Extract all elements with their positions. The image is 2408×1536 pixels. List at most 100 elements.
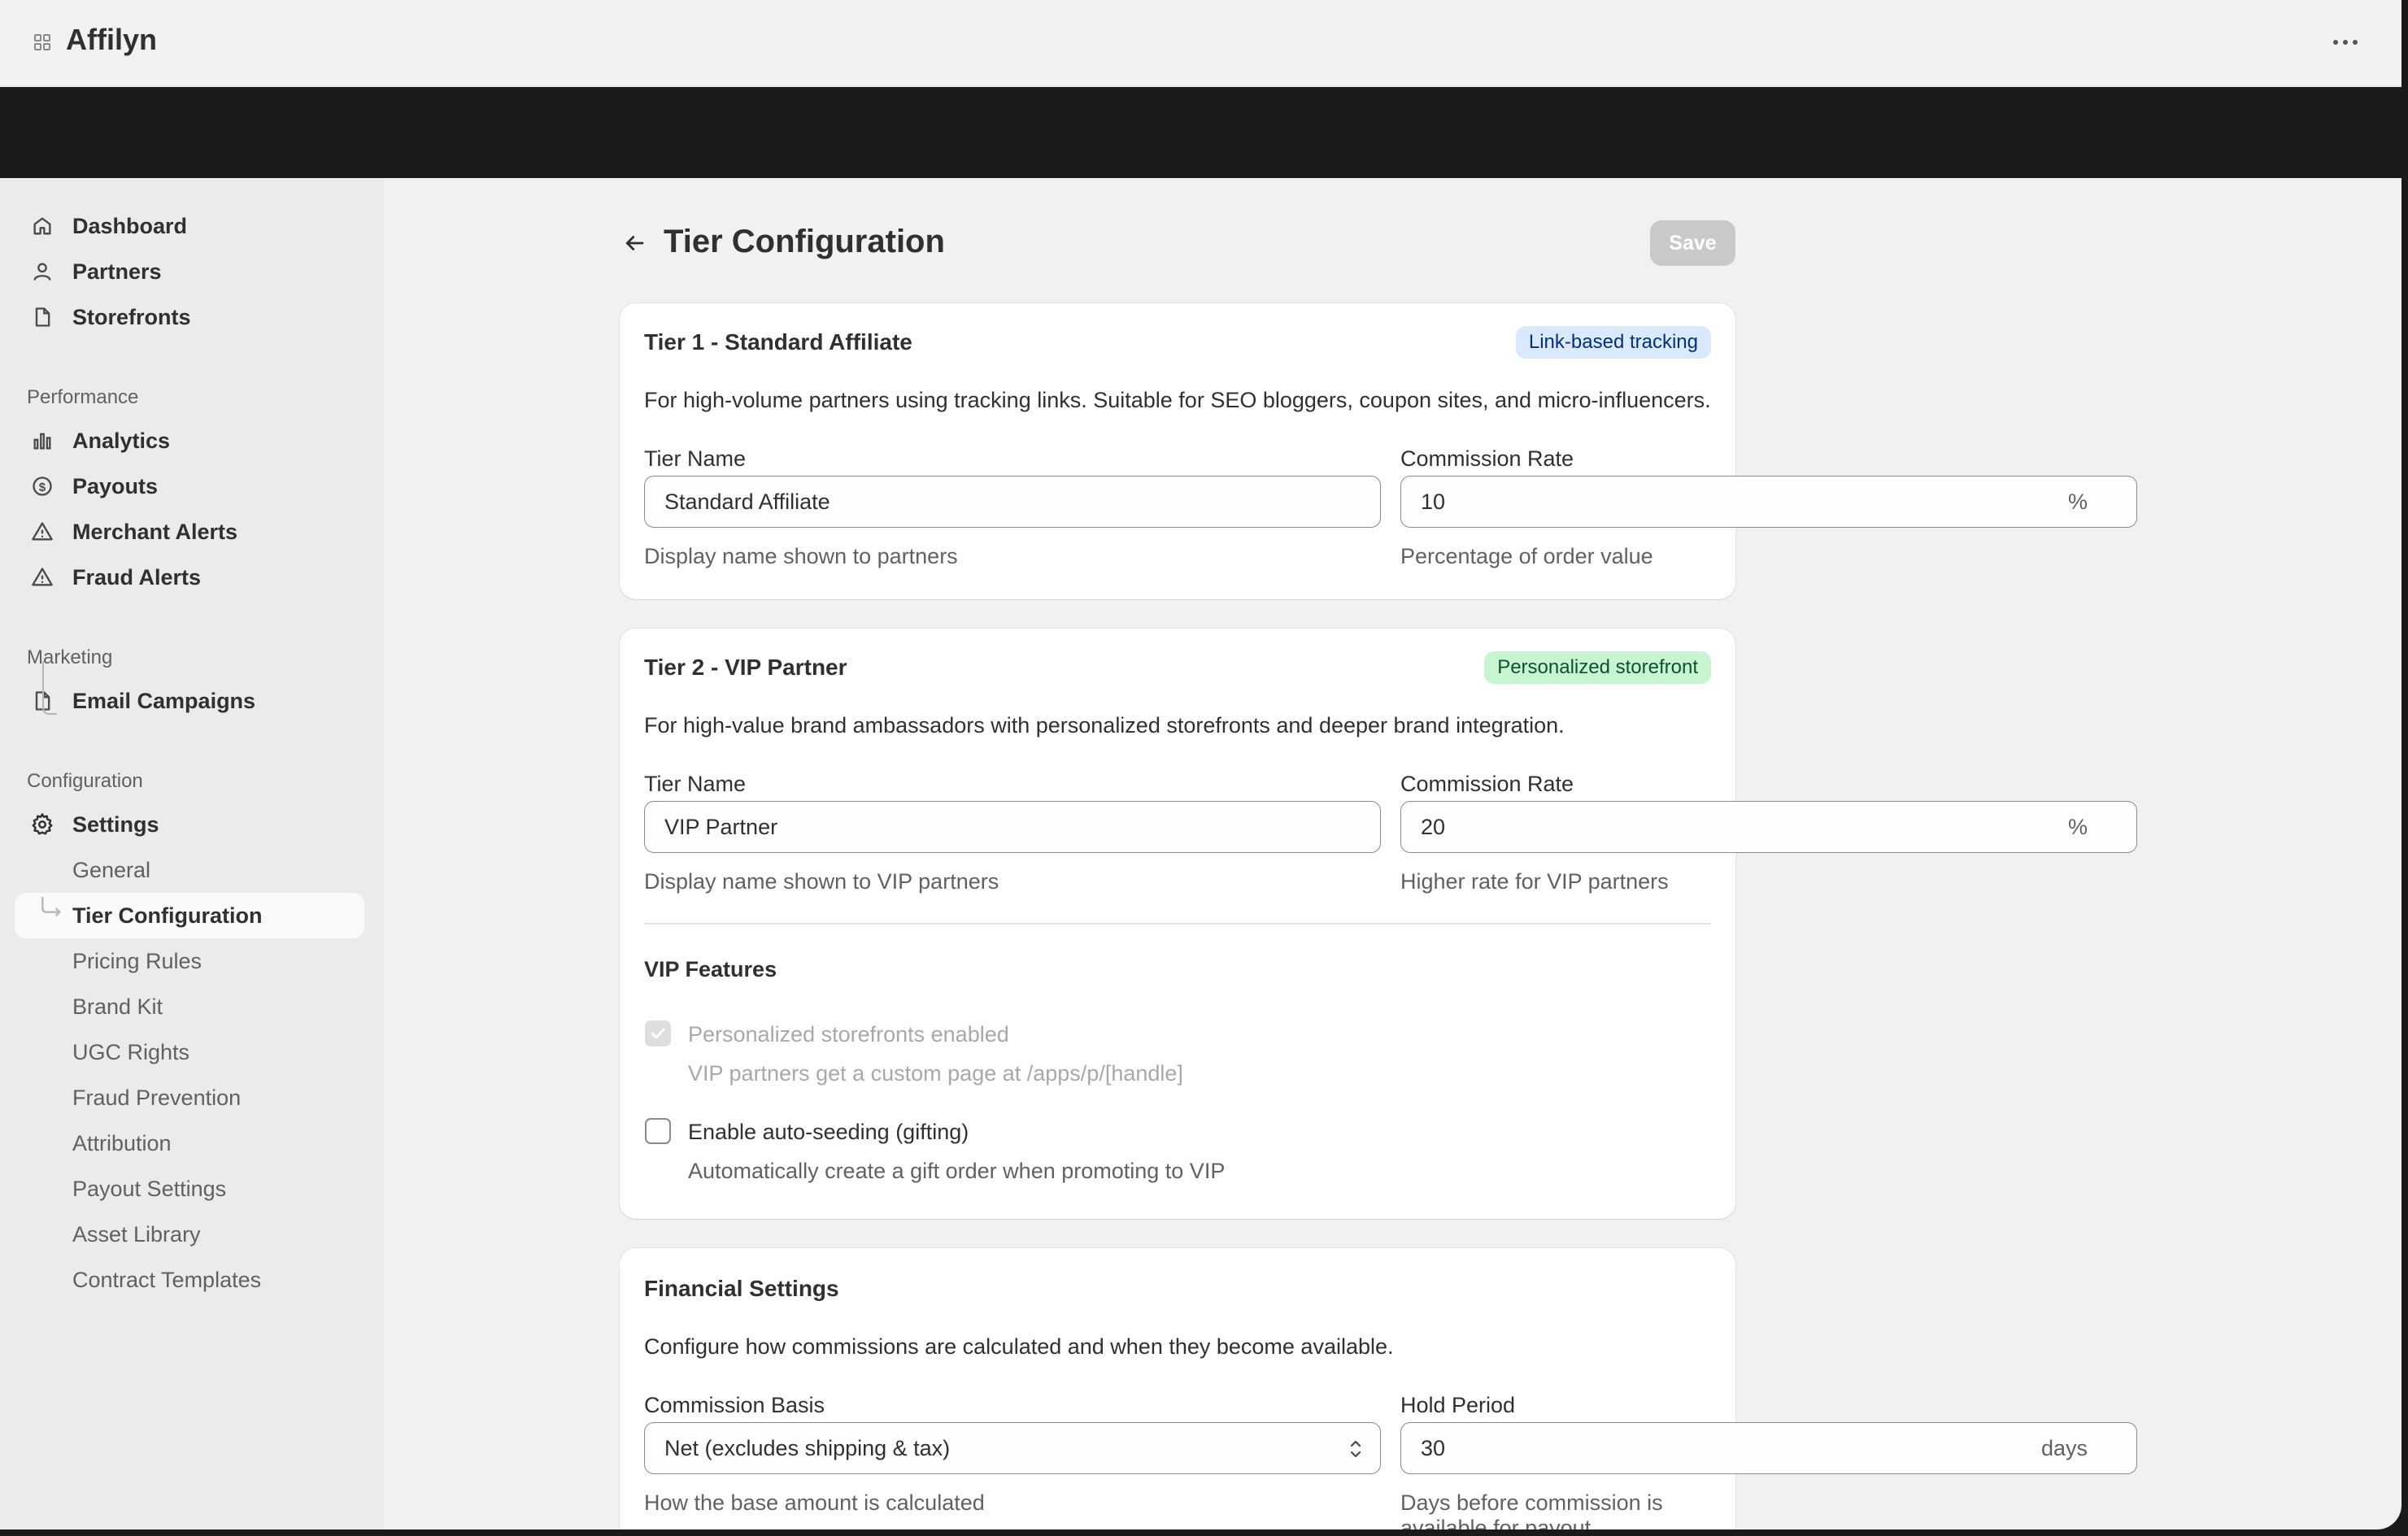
tree-branch-icon [41, 897, 61, 917]
alert-triangle-icon [29, 519, 55, 545]
sidebar-item-settings[interactable]: Settings [0, 806, 384, 843]
top-banner [0, 87, 2401, 178]
hold-period-label: Hold Period [1400, 1393, 1516, 1417]
financial-settings-card: Financial Settings Configure how commiss… [620, 1248, 2137, 1529]
card-title: Tier 2 - VIP Partner [644, 655, 847, 680]
page-title: Tier Configuration [664, 224, 945, 259]
divider [644, 923, 1711, 925]
sidebar-subitem-tier-configuration[interactable]: Tier Configuration [0, 893, 384, 938]
sidebar-subitem-label: UGC Rights [72, 1039, 190, 1064]
auto-seeding-checkbox[interactable] [645, 1118, 671, 1144]
sidebar-subitem-asset-library[interactable]: Asset Library [0, 1216, 384, 1253]
tree-connector-hook [42, 690, 57, 715]
auto-seeding-checkbox-label: Enable auto-seeding (gifting) [688, 1120, 969, 1144]
sidebar-subitem-label: Contract Templates [72, 1267, 262, 1292]
more-dot-icon [2353, 40, 2358, 45]
sidebar-subitem-label: Pricing Rules [72, 948, 202, 973]
sidebar-subitem-contract-templates[interactable]: Contract Templates [0, 1261, 384, 1299]
card-title: Financial Settings [644, 1276, 839, 1301]
person-icon [29, 259, 55, 285]
status-badge: Link-based tracking [1515, 326, 1711, 359]
storefronts-checkbox-help: VIP partners get a custom page at /apps/… [688, 1061, 1183, 1086]
sidebar-subitem-payout-settings[interactable]: Payout Settings [0, 1170, 384, 1207]
commission-rate-input[interactable]: 10 % [1400, 476, 2137, 528]
sidebar-subitem-ugc-rights[interactable]: UGC Rights [0, 1033, 384, 1071]
input-value: VIP Partner [664, 815, 778, 839]
sidebar-subitem-attribution[interactable]: Attribution [0, 1125, 384, 1162]
commission-rate-help: Percentage of order value [1400, 544, 1653, 568]
card-title: Tier 1 - Standard Affiliate [644, 329, 912, 355]
commission-basis-label: Commission Basis [644, 1393, 825, 1417]
commission-basis-help: How the base amount is calculated [644, 1490, 985, 1515]
sidebar-item-storefronts[interactable]: Storefronts [0, 298, 384, 336]
status-badge: Personalized storefront [1484, 651, 1711, 684]
checkmark-icon [651, 1028, 665, 1039]
tier-name-help: Display name shown to VIP partners [644, 869, 999, 894]
commission-rate-help: Higher rate for VIP partners [1400, 869, 1669, 894]
page-header: Tier Configuration Save [620, 219, 1735, 266]
sidebar-subitem-fraud-prevention[interactable]: Fraud Prevention [0, 1079, 384, 1116]
sidebar-subitem-pricing-rules[interactable]: Pricing Rules [0, 942, 384, 980]
sidebar-item-label: Dashboard [72, 213, 188, 238]
input-suffix: % [2067, 490, 2088, 514]
sidebar-subitem-label: General [72, 857, 151, 882]
commission-rate-label: Commission Rate [1400, 446, 1574, 471]
hold-period-input[interactable]: 30 days [1400, 1422, 2137, 1474]
sidebar-subitem-label: Attribution [72, 1130, 172, 1155]
sidebar-item-fraud-alerts[interactable]: Fraud Alerts [0, 559, 384, 596]
sidebar-subitem-brand-kit[interactable]: Brand Kit [0, 988, 384, 1025]
save-button[interactable]: Save [1650, 220, 1735, 266]
sidebar-subitem-label: Brand Kit [72, 994, 163, 1019]
auto-seeding-checkbox-help: Automatically create a gift order when p… [688, 1159, 1226, 1183]
input-value: 10 [1421, 490, 1446, 514]
dollar-icon: $ [29, 473, 55, 499]
sidebar-item-label: Settings [72, 812, 159, 837]
input-value: 20 [1421, 815, 1446, 839]
more-actions-button[interactable] [2325, 26, 2366, 59]
sidebar: Dashboard Partners Storefronts Performan… [0, 178, 384, 1529]
sidebar-subitem-label: Tier Configuration [72, 903, 263, 928]
sidebar-subitem-label: Payout Settings [72, 1176, 227, 1201]
commission-rate-input[interactable]: 20 % [1400, 801, 2137, 853]
app-grid-icon [34, 34, 50, 50]
home-icon [29, 213, 55, 239]
card-description: For high-value brand ambassadors with pe… [644, 713, 1565, 738]
sidebar-item-partners[interactable]: Partners [0, 253, 384, 290]
tier-name-input[interactable]: VIP Partner [644, 801, 1381, 853]
sidebar-subitem-label: Fraud Prevention [72, 1085, 242, 1110]
tier-name-label: Tier Name [644, 446, 747, 471]
storefronts-checkbox-label: Personalized storefronts enabled [688, 1022, 1009, 1046]
section-label-marketing: Marketing [27, 646, 113, 668]
sidebar-item-label: Partners [72, 259, 162, 284]
commission-rate-label: Commission Rate [1400, 772, 1574, 796]
file-icon [29, 304, 55, 330]
section-label-performance: Performance [27, 386, 139, 408]
alert-triangle-icon [29, 564, 55, 590]
sidebar-item-merchant-alerts[interactable]: Merchant Alerts [0, 513, 384, 550]
sidebar-item-email-campaigns[interactable]: Email Campaigns [0, 682, 384, 720]
tier-name-label: Tier Name [644, 772, 747, 796]
tier-name-help: Display name shown to partners [644, 544, 958, 568]
back-button[interactable] [620, 228, 649, 258]
app-name: Affilyn [66, 23, 157, 56]
sidebar-item-analytics[interactable]: Analytics [0, 422, 384, 459]
input-value: Standard Affiliate [664, 490, 830, 514]
sidebar-subitem-label: Asset Library [72, 1221, 201, 1247]
select-chevron-icon [1350, 1440, 1361, 1458]
tier-name-input[interactable]: Standard Affiliate [644, 476, 1381, 528]
gear-icon [29, 812, 55, 838]
card-description: Configure how commissions are calculated… [644, 1334, 1394, 1359]
sidebar-item-dashboard[interactable]: Dashboard [0, 207, 384, 245]
hold-period-help: Days before commission is available for … [1400, 1490, 1663, 1529]
bar-chart-icon [29, 428, 55, 454]
storefronts-checkbox[interactable] [645, 1020, 671, 1046]
arrow-left-icon [625, 236, 644, 250]
tree-connector [42, 661, 44, 694]
commission-basis-select[interactable]: Net (excludes shipping & tax) [644, 1422, 1381, 1474]
sidebar-subitem-general[interactable]: General [0, 851, 384, 889]
select-value: Net (excludes shipping & tax) [664, 1436, 951, 1460]
tier2-card: Tier 2 - VIP Partner Personalized storef… [620, 629, 2137, 1219]
sidebar-item-label: Email Campaigns [72, 688, 256, 713]
input-suffix: days [2040, 1436, 2088, 1460]
sidebar-item-payouts[interactable]: $ Payouts [0, 468, 384, 505]
